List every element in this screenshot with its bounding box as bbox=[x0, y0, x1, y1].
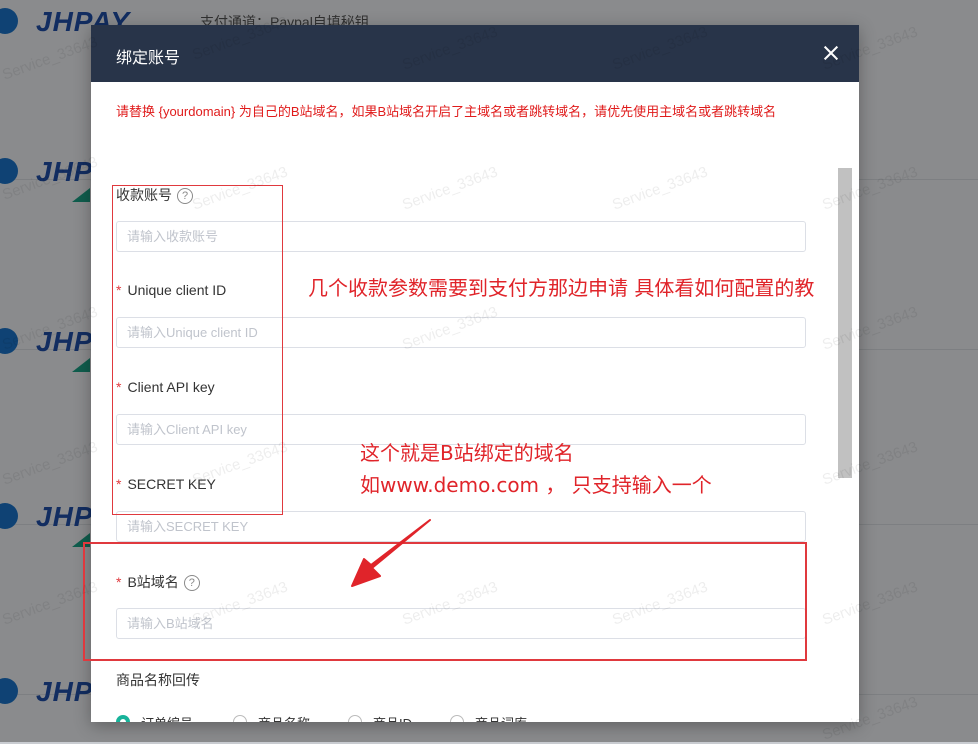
annotation-arrow-layer bbox=[351, 519, 431, 587]
arrow-icon bbox=[351, 519, 431, 587]
